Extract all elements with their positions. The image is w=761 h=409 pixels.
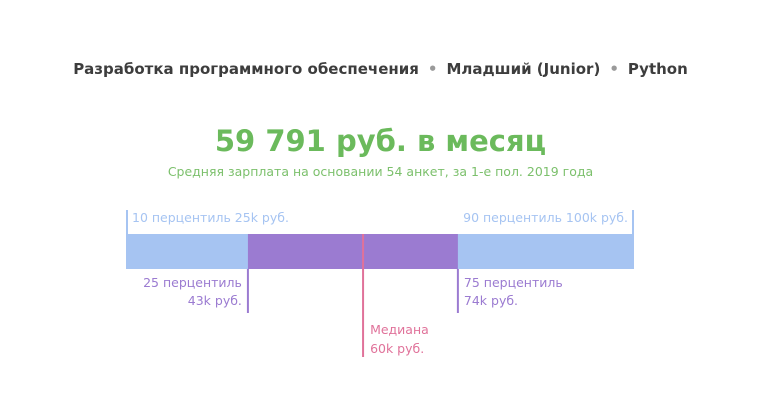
p10-label: 10 перцентиль 25k руб.	[132, 210, 289, 225]
p75-label: 75 перцентиль	[464, 275, 563, 290]
median-label: Медиана	[370, 322, 429, 337]
p25-value-label: 43k руб.	[188, 293, 242, 308]
p25-label: 25 перцентиль	[143, 275, 242, 290]
p90-label: 90 перцентиль 100k руб.	[463, 210, 628, 225]
median-value-label: 60k руб.	[370, 341, 424, 356]
salary-percentile-chart: 10 перцентиль 25k руб. 90 перцентиль 100…	[126, 210, 634, 357]
p75-value-label: 74k руб.	[464, 293, 518, 308]
p25-p75-range-bar	[247, 234, 458, 269]
